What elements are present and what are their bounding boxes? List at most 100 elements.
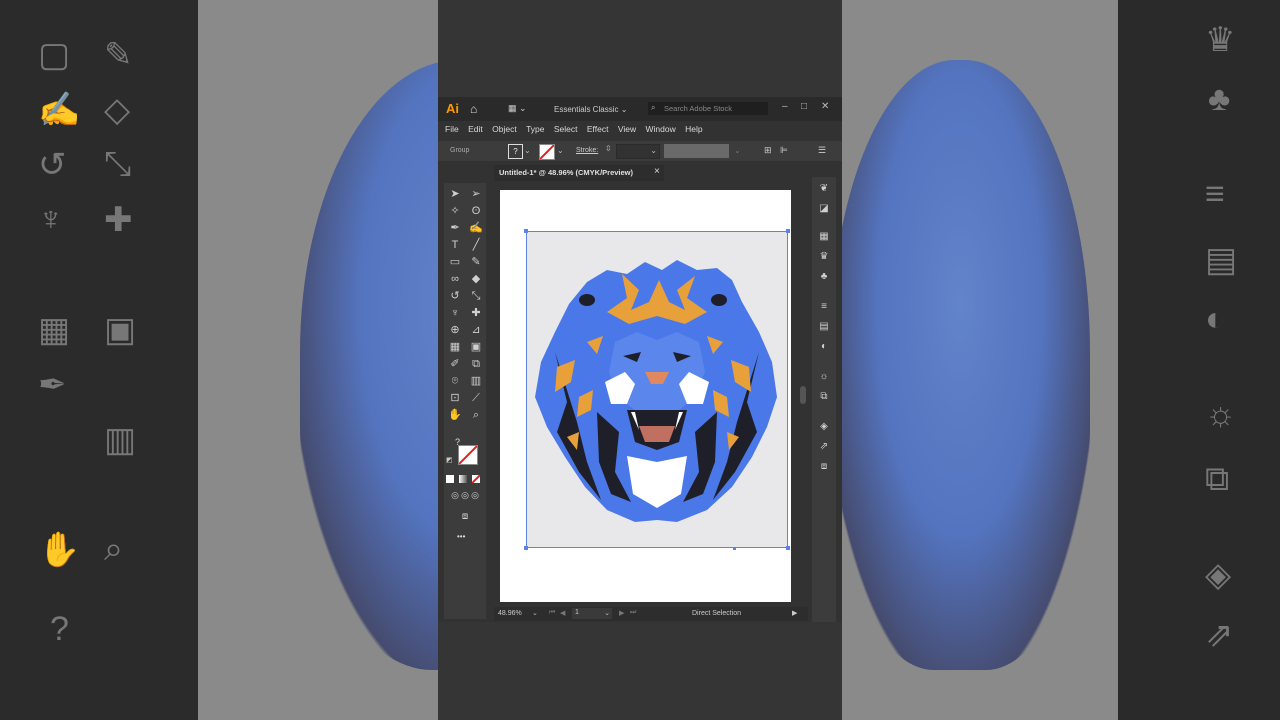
rectangle-tool-icon[interactable]: ▭ (448, 257, 462, 268)
width-tool-icon[interactable]: ♆ (448, 308, 462, 319)
status-bar: 48.96% ⌄ ⏮ ◀ 1 ⌄ ▶ ⏭ Direct Selection ▶ (494, 607, 808, 621)
menu-window[interactable]: Window (645, 121, 675, 137)
perspective-grid-tool-icon[interactable]: ⊿ (469, 325, 483, 336)
selection-handle[interactable] (733, 547, 736, 550)
previous-artboard-icon[interactable]: ◀ (560, 609, 565, 617)
lasso-tool-icon[interactable]: ʘ (469, 206, 483, 217)
transparency-panel-icon[interactable]: ◐ (817, 342, 831, 352)
curvature-tool-icon[interactable]: ✍ (469, 223, 483, 234)
chevron-down-icon[interactable]: ⌄ (524, 146, 531, 155)
appearance-panel-icon[interactable]: ☼ (817, 372, 831, 382)
pen-tool-icon[interactable]: ✒ (448, 223, 462, 234)
selection-handle[interactable] (786, 546, 790, 550)
hand-tool-icon[interactable]: ✋ (448, 410, 462, 421)
symbols-icon[interactable]: ♛ (817, 252, 831, 262)
swap-fill-stroke-icon[interactable]: ◩ (446, 456, 453, 464)
align-icon[interactable]: ⊞ (764, 145, 772, 156)
mesh-tool-icon[interactable]: ▦ (448, 342, 462, 353)
draw-inside-icon[interactable]: ◎ (468, 490, 482, 501)
swatches-icon[interactable]: ♣ (817, 272, 831, 282)
artboards-panel-icon[interactable]: ⧈ (817, 462, 831, 472)
blend-tool-icon[interactable]: ⧉ (469, 359, 483, 370)
home-icon[interactable]: ⌂ (470, 102, 477, 116)
fill-swatch[interactable]: ? (508, 144, 523, 159)
selection-handle[interactable] (786, 229, 790, 233)
menu-object[interactable]: Object (492, 121, 517, 137)
selection-tool-icon[interactable]: ➤ (448, 189, 462, 200)
close-tab-icon[interactable]: × (654, 166, 660, 177)
scale-tool-icon[interactable]: ⤡ (469, 291, 483, 302)
chevron-down-icon[interactable]: ⌄ (734, 146, 741, 155)
selected-group-bounding-box[interactable] (524, 229, 790, 550)
bg-club-icon: ♣ (1208, 80, 1231, 118)
color-mode-button[interactable] (446, 475, 454, 483)
graphic-styles-icon[interactable]: ⧉ (817, 392, 831, 402)
chevron-down-icon[interactable]: ⌄ (557, 146, 564, 155)
artboard[interactable] (500, 190, 791, 602)
eraser-tool-icon[interactable]: ◆ (469, 274, 483, 285)
menu-edit[interactable]: Edit (468, 121, 483, 137)
stroke-weight-field[interactable]: ⌄ (616, 144, 660, 159)
stroke-stepper-icon[interactable]: ⇳ (605, 144, 612, 153)
zoom-level[interactable]: 48.96% (498, 610, 522, 617)
line-tool-icon[interactable]: ╱ (469, 240, 483, 251)
first-artboard-icon[interactable]: ⏮ (549, 609, 555, 617)
next-artboard-icon[interactable]: ▶ (619, 609, 624, 617)
stroke-none-swatch[interactable] (458, 445, 478, 465)
variable-width-profile[interactable] (664, 144, 729, 158)
last-artboard-icon[interactable]: ⏭ (630, 609, 636, 617)
type-tool-icon[interactable]: T (448, 240, 462, 251)
vertical-scrollbar[interactable] (798, 190, 808, 602)
selection-handle[interactable] (524, 546, 528, 550)
panel-menu-icon[interactable]: ☰ (818, 145, 826, 156)
chevron-down-icon[interactable]: ⌄ (532, 609, 538, 617)
search-adobe-stock[interactable]: ⌕ Search Adobe Stock (648, 102, 768, 115)
screen-mode-icon[interactable]: ⧈ (458, 511, 472, 522)
minimize-icon[interactable]: – (782, 101, 788, 112)
menu-select[interactable]: Select (554, 121, 578, 137)
distribute-icon[interactable]: ⊫ (780, 145, 788, 156)
zoom-tool-icon[interactable]: ⌕ (469, 410, 483, 421)
lion-artwork[interactable] (527, 232, 787, 547)
selection-handle[interactable] (524, 229, 528, 233)
tools-panel: ➤ ➢ ✧ ʘ ✒ ✍ T ╱ ▭ ✎ ∞ ◆ ↺ ⤡ ♆ ✚ ⊕ ⊿ ▦ ▣ … (444, 183, 486, 619)
shaper-tool-icon[interactable]: ∞ (448, 274, 462, 285)
magic-wand-tool-icon[interactable]: ✧ (448, 206, 462, 217)
none-mode-button[interactable] (472, 475, 480, 483)
gradient-tool-icon[interactable]: ▣ (469, 342, 483, 353)
arrange-documents-icon[interactable]: ▦ ⌄ (508, 103, 527, 114)
artboard-tool-icon[interactable]: ⊡ (448, 393, 462, 404)
puppet-warp-tool-icon[interactable]: ✚ (469, 308, 483, 319)
artboard-number-field[interactable]: 1 ⌄ (572, 608, 612, 619)
gradient-mode-button[interactable] (459, 475, 467, 483)
workspace-switcher[interactable]: Essentials Classic ⌄ (554, 105, 627, 114)
eyedropper-tool-icon[interactable]: ✐ (448, 359, 462, 370)
direct-selection-tool-icon[interactable]: ➢ (469, 189, 483, 200)
menu-file[interactable]: File (445, 121, 459, 137)
menu-view[interactable]: View (618, 121, 636, 137)
slice-tool-icon[interactable]: ⟋ (469, 393, 483, 404)
column-graph-tool-icon[interactable]: ▥ (469, 376, 483, 387)
shape-builder-tool-icon[interactable]: ⊕ (448, 325, 462, 336)
menu-type[interactable]: Type (526, 121, 544, 137)
menu-effect[interactable]: Effect (587, 121, 609, 137)
stroke-panel-icon[interactable]: ≡ (817, 302, 831, 312)
status-menu-arrow-icon[interactable]: ▶ (792, 609, 797, 617)
symbol-sprayer-tool-icon[interactable]: ⌾ (448, 376, 462, 387)
libraries-icon[interactable]: ◪ (817, 204, 831, 214)
maximize-icon[interactable]: □ (801, 101, 807, 112)
rotate-tool-icon[interactable]: ↺ (448, 291, 462, 302)
bg-layers-icon: ◈ (1205, 556, 1232, 594)
document-tab[interactable]: Untitled-1* @ 48.96% (CMYK/Preview) × (494, 165, 664, 181)
paintbrush-tool-icon[interactable]: ✎ (469, 257, 483, 268)
scrollbar-thumb[interactable] (800, 386, 806, 404)
recolor-artwork-icon[interactable]: ❦ (817, 184, 831, 194)
gradient-panel-icon[interactable]: ▤ (817, 322, 831, 332)
layers-panel-icon[interactable]: ◈ (817, 422, 831, 432)
menu-help[interactable]: Help (685, 121, 702, 137)
color-guide-icon[interactable]: ▦ (817, 232, 831, 242)
close-window-icon[interactable]: ✕ (821, 101, 829, 112)
stroke-swatch[interactable] (539, 144, 555, 160)
asset-export-icon[interactable]: ⇗ (817, 442, 831, 452)
more-tools-icon[interactable]: ••• (457, 532, 465, 541)
